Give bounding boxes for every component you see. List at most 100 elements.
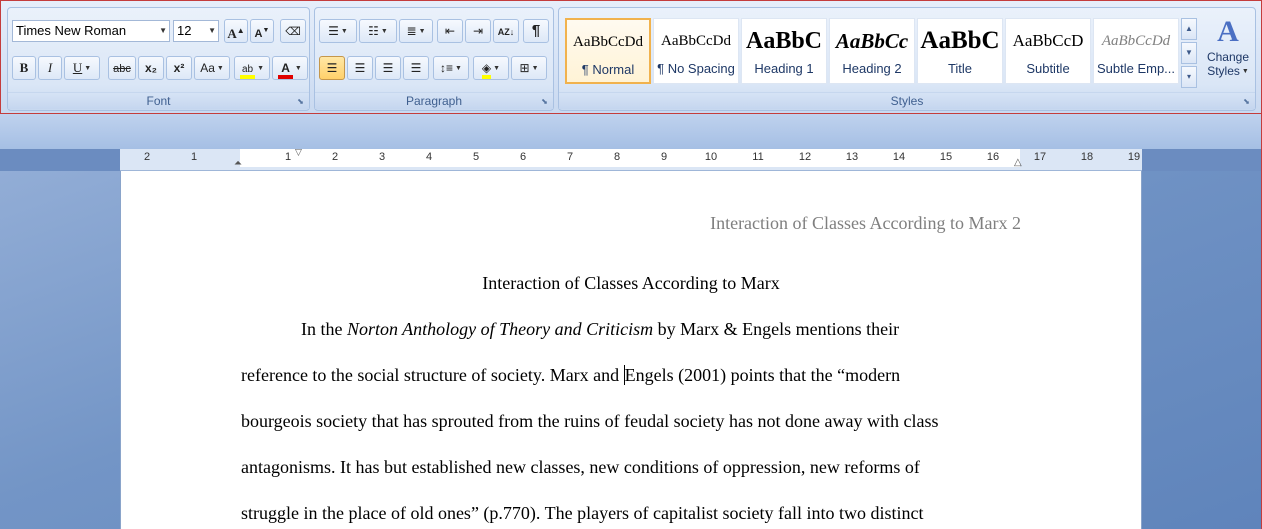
show-marks-button[interactable]: ¶ xyxy=(523,19,549,43)
style-title[interactable]: AaBbC Title xyxy=(917,18,1003,84)
multilevel-list-button[interactable]: ≣ ▼ xyxy=(399,19,433,43)
font-size-combo[interactable]: 12 ▼ xyxy=(173,20,219,42)
style-heading-1[interactable]: AaBbC Heading 1 xyxy=(741,18,827,84)
styles-group-label: Styles xyxy=(559,92,1255,109)
ruler-tick: 15 xyxy=(939,151,953,163)
ruler-tick: 7 xyxy=(566,151,574,163)
highlight-button[interactable]: ab ▼ xyxy=(234,56,270,80)
first-line-indent-marker-icon[interactable]: ▽ xyxy=(295,147,302,158)
font-group: Times New Roman ▼ 12 ▼ A▲ A▼ ⌫ B I U ▼ ab… xyxy=(7,7,310,111)
paragraph-line: In the Norton Anthology of Theory and Cr… xyxy=(301,319,900,339)
increase-indent-button[interactable]: ⇥ xyxy=(465,19,491,43)
outdent-icon: ⇤ xyxy=(444,24,456,38)
eraser-icon: ⌫ xyxy=(285,26,301,38)
scroll-down-icon[interactable]: ▼ xyxy=(1181,42,1197,64)
bold-button[interactable]: B xyxy=(12,56,36,80)
highlighter-icon: ab xyxy=(239,64,256,79)
indent-icon: ⇥ xyxy=(472,24,484,38)
ruler-tick: 2 xyxy=(143,151,151,163)
font-color-button[interactable]: A ▼ xyxy=(272,56,308,80)
font-name-combo[interactable]: Times New Roman ▼ xyxy=(12,20,170,42)
align-right-button[interactable]: ☰ xyxy=(375,56,401,80)
font-dialog-launcher-icon[interactable]: ⬊ xyxy=(296,97,305,106)
ruler-tick: 1 xyxy=(190,151,198,163)
ruler-tick: 13 xyxy=(845,151,859,163)
ruler-tick: 3 xyxy=(378,151,386,163)
styles-group: AaBbCcDd ¶ Normal AaBbCcDd ¶ No Spacing … xyxy=(558,7,1256,111)
justify-icon: ☰ xyxy=(410,61,422,75)
change-styles-icon: A xyxy=(1217,15,1239,48)
ruler-tick: 16 xyxy=(986,151,1000,163)
sort-button[interactable]: AZ↓ xyxy=(493,19,519,43)
font-name-value: Times New Roman xyxy=(16,23,127,38)
numbering-button[interactable]: ☷ ▼ xyxy=(359,19,397,43)
chevron-down-icon: ▼ xyxy=(159,26,167,35)
style-subtle-emphasis[interactable]: AaBbCcDd Subtle Emp... xyxy=(1093,18,1179,84)
ruler-tick: 10 xyxy=(704,151,718,163)
styles-gallery-scroll[interactable]: ▲ ▼ ▾ xyxy=(1181,18,1197,88)
paragraph-group-label: Paragraph xyxy=(315,92,553,109)
document-page[interactable]: Interaction of Classes According to Marx… xyxy=(120,171,1142,529)
align-center-button[interactable]: ☰ xyxy=(347,56,373,80)
underline-button[interactable]: U ▼ xyxy=(64,56,100,80)
ribbon-footer-band xyxy=(0,113,1262,149)
ruler-tick: 4 xyxy=(425,151,433,163)
justify-button[interactable]: ☰ xyxy=(403,56,429,80)
gallery-more-icon[interactable]: ▾ xyxy=(1181,66,1197,88)
ruler-tick: 12 xyxy=(798,151,812,163)
style-heading-2[interactable]: AaBbCc Heading 2 xyxy=(829,18,915,84)
font-color-icon: A xyxy=(278,61,293,79)
ruler-tick: 8 xyxy=(613,151,621,163)
style-normal[interactable]: AaBbCcDd ¶ Normal xyxy=(565,18,651,84)
decrease-indent-button[interactable]: ⇤ xyxy=(437,19,463,43)
chevron-down-icon: ▼ xyxy=(208,26,216,35)
ruler-tick: 5 xyxy=(472,151,480,163)
paragraph-line: bourgeois society that has sprouted from… xyxy=(241,411,939,431)
ruler-tick: 14 xyxy=(892,151,906,163)
paragraph-group: ☰ ▼ ☷ ▼ ≣ ▼ ⇤ ⇥ AZ↓ ¶ ☰ ☰ ☰ ☰ ↕≡ ▼ ◈ ▼ ⊞ ▼ Par… xyxy=(314,7,554,111)
ruler-tick: 17 xyxy=(1033,151,1047,163)
paragraph-line: struggle in the place of old ones” (p.77… xyxy=(241,503,924,523)
styles-dialog-launcher-icon[interactable]: ⬊ xyxy=(1242,97,1251,106)
sort-az-icon: AZ↓ xyxy=(497,27,515,37)
line-spacing-button[interactable]: ↕≡ ▼ xyxy=(433,56,469,80)
align-center-icon: ☰ xyxy=(354,61,366,75)
align-left-icon: ☰ xyxy=(326,61,338,75)
align-left-button[interactable]: ☰ xyxy=(319,56,345,80)
ruler-tick: 11 xyxy=(752,151,764,163)
paint-bucket-icon: ◈ xyxy=(481,61,492,79)
change-styles-button[interactable]: A Change Styles ▼ xyxy=(1203,14,1253,94)
strikethrough-button[interactable]: abc xyxy=(108,56,136,80)
pilcrow-icon: ¶ xyxy=(531,22,541,39)
paragraph-dialog-launcher-icon[interactable]: ⬊ xyxy=(540,97,549,106)
left-indent-marker-icon[interactable]: ⏶ xyxy=(234,158,242,169)
scroll-up-icon[interactable]: ▲ xyxy=(1181,18,1197,40)
ruler-tick: 2 xyxy=(331,151,339,163)
right-indent-marker-icon[interactable]: △ xyxy=(1014,157,1022,168)
ruler-tick: 1 xyxy=(284,151,292,163)
style-no-spacing[interactable]: AaBbCcDd ¶ No Spacing xyxy=(653,18,739,84)
change-case-button[interactable]: Aa ▼ xyxy=(194,56,230,80)
bullets-button[interactable]: ☰ ▼ xyxy=(319,19,357,43)
style-subtitle[interactable]: AaBbCcD Subtitle xyxy=(1005,18,1091,84)
clear-formatting-button[interactable]: ⌫ xyxy=(280,19,306,43)
multilevel-list-icon: ≣ xyxy=(406,24,417,38)
ruler-tick: 9 xyxy=(660,151,668,163)
superscript-button[interactable]: x² xyxy=(166,56,192,80)
shading-button[interactable]: ◈ ▼ xyxy=(473,56,509,80)
paragraph-line: reference to the social structure of soc… xyxy=(241,365,901,385)
ribbon: Times New Roman ▼ 12 ▼ A▲ A▼ ⌫ B I U ▼ ab… xyxy=(0,0,1262,113)
align-right-icon: ☰ xyxy=(382,61,394,75)
borders-button[interactable]: ⊞ ▼ xyxy=(511,56,547,80)
bullet-list-icon: ☰ xyxy=(328,24,339,38)
ruler-tick: 19 xyxy=(1127,151,1141,163)
border-icon: ⊞ xyxy=(519,61,530,75)
shrink-font-button[interactable]: A▼ xyxy=(250,19,274,43)
italic-button[interactable]: I xyxy=(38,56,62,80)
ruler-tick: 18 xyxy=(1080,151,1094,163)
numbered-list-icon: ☷ xyxy=(368,24,379,38)
paragraph-line: antagonisms. It has but established new … xyxy=(241,457,920,477)
subscript-button[interactable]: x₂ xyxy=(138,56,164,80)
horizontal-ruler[interactable]: 2 1 1 2 3 4 5 6 7 8 9 10 11 12 13 14 15 … xyxy=(120,147,1142,171)
grow-font-button[interactable]: A▲ xyxy=(224,19,248,43)
